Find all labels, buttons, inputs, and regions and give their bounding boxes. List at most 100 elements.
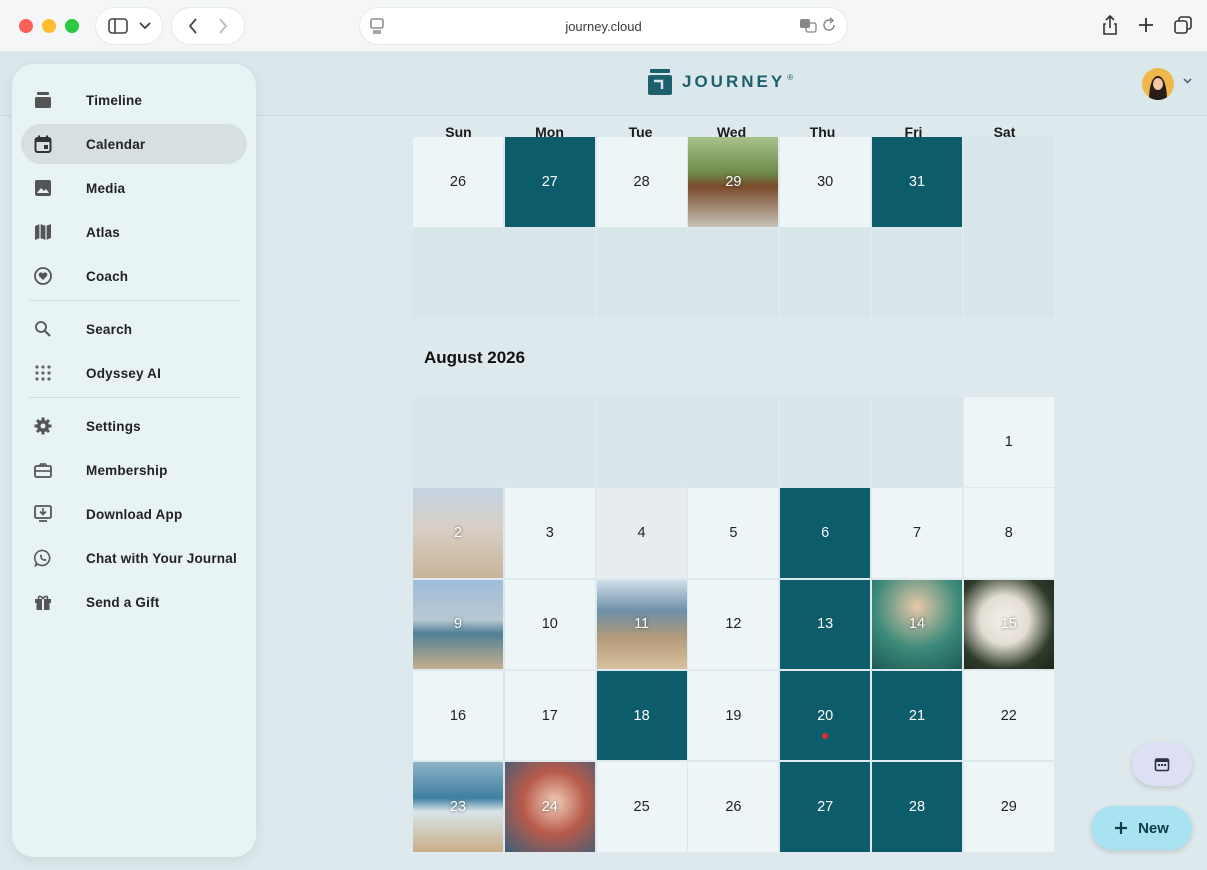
minimize-window-button[interactable]	[42, 19, 56, 33]
sidebar-item-odyssey-ai[interactable]: Odyssey AI	[21, 353, 247, 393]
day-number: 13	[817, 616, 834, 633]
day-number: 11	[634, 616, 650, 633]
calendar-day-cell[interactable]: 11	[596, 579, 687, 670]
day-number: 18	[633, 707, 650, 724]
avatar[interactable]	[1142, 68, 1174, 100]
calendar-day-cell[interactable]: 26	[413, 137, 503, 227]
calendar-day-cell[interactable]: 16	[413, 670, 503, 761]
jump-to-date-button[interactable]	[1132, 742, 1192, 786]
calendar-day-cell[interactable]: 1	[963, 397, 1054, 487]
tab-overview-icon[interactable]	[1173, 14, 1193, 36]
browser-actions	[1101, 14, 1193, 36]
page-menu-icon[interactable]	[370, 18, 384, 34]
weekday-label: Thu	[809, 124, 836, 140]
day-number: 26	[449, 173, 467, 190]
back-arrow-icon[interactable]	[188, 18, 198, 34]
sidebar-item-timeline[interactable]: Timeline	[21, 80, 247, 120]
calendar-empty-cell	[504, 228, 595, 318]
sidebar-divider	[29, 397, 240, 398]
share-icon[interactable]	[1101, 14, 1119, 36]
calendar-empty-cell	[780, 228, 871, 318]
calendar-icon	[1154, 758, 1170, 772]
calendar-day-cell[interactable]: 20	[780, 670, 871, 761]
calendar-day-cell[interactable]: 27	[780, 762, 871, 852]
calendar-day-cell[interactable]: 29	[688, 137, 779, 227]
calendar-empty-cell	[688, 228, 779, 318]
calendar-day-cell[interactable]: 13	[780, 579, 871, 670]
plus-icon	[1115, 822, 1128, 834]
day-number: 16	[449, 707, 467, 724]
calendar-day-cell[interactable]: 8	[963, 488, 1054, 578]
calendar-day-cell[interactable]: 27	[504, 137, 595, 227]
calendar-day-cell[interactable]: 26	[688, 762, 779, 852]
sidebar-item-send-gift[interactable]: Send a Gift	[21, 582, 247, 622]
sidebar-item-atlas[interactable]: Atlas	[21, 212, 247, 252]
calendar-day-cell[interactable]: 14	[871, 579, 962, 670]
calendar-day-cell[interactable]: 3	[504, 488, 595, 578]
calendar-day-cell[interactable]: 31	[871, 137, 962, 227]
calendar-day-cell[interactable]: 22	[963, 670, 1054, 761]
august-month-grid: 1 2 3 4 5 6 7 8 9 10 11 12 13 14 15 16 17 18 19 20 21 22 23 24 2…	[413, 397, 1054, 852]
calendar-day-cell[interactable]: 28	[596, 137, 687, 227]
map-icon	[34, 223, 52, 241]
day-number: 30	[817, 173, 834, 190]
calendar-day-cell[interactable]: 29	[963, 762, 1054, 852]
chevron-down-icon[interactable]	[1183, 78, 1192, 84]
calendar-day-cell[interactable]: 18	[596, 670, 687, 761]
calendar-day-cell[interactable]: 15	[963, 579, 1054, 670]
history-nav	[172, 8, 244, 44]
sidebar-item-label: Media	[86, 180, 126, 196]
calendar-empty-cell	[780, 397, 871, 487]
calendar-day-cell[interactable]: 19	[688, 670, 779, 761]
calendar-day-cell[interactable]: 17	[504, 670, 595, 761]
sidebar-item-settings[interactable]: Settings	[21, 406, 247, 446]
timeline-icon	[34, 91, 52, 109]
sidebar-item-chat-with-journal[interactable]: Chat with Your Journal	[21, 538, 247, 578]
dots-grid-icon	[34, 364, 52, 382]
calendar-day-cell[interactable]: 30	[780, 137, 871, 227]
day-number: 12	[725, 616, 742, 633]
sidebar-item-label: Odyssey AI	[86, 365, 162, 381]
sidebar-item-search[interactable]: Search	[21, 309, 247, 349]
calendar-day-cell[interactable]: 21	[871, 670, 962, 761]
journey-logo[interactable]: JOURNEY ®	[648, 69, 793, 95]
sidebar-item-coach[interactable]: Coach	[21, 256, 247, 296]
new-tab-icon[interactable]	[1137, 14, 1155, 36]
day-number: 2	[453, 525, 463, 542]
heart-icon	[34, 267, 52, 285]
weekday-label: Sun	[445, 124, 472, 140]
calendar-day-cell[interactable]: 23	[413, 762, 503, 852]
whatsapp-icon	[34, 549, 52, 567]
sidebar: Timeline Calendar Media Atlas Coach Sear…	[12, 64, 256, 857]
user-avatar-icon	[1149, 76, 1167, 100]
day-number: 27	[541, 173, 558, 190]
zoom-window-button[interactable]	[65, 19, 79, 33]
address-bar[interactable]: journey.cloud	[360, 8, 847, 44]
calendar-day-cell[interactable]: 7	[871, 488, 962, 578]
new-entry-button[interactable]: New	[1091, 806, 1192, 850]
forward-arrow-icon[interactable]	[218, 18, 228, 34]
sidebar-item-calendar[interactable]: Calendar	[21, 124, 247, 164]
weekday-label: Fri	[904, 124, 923, 140]
calendar-day-cell[interactable]: 12	[688, 579, 779, 670]
calendar-day-cell[interactable]: 10	[504, 579, 595, 670]
calendar-day-cell[interactable]: 2	[413, 488, 503, 578]
sidebar-item-media[interactable]: Media	[21, 168, 247, 208]
sidebar-toggle-button[interactable]	[96, 8, 162, 44]
calendar-day-cell[interactable]: 6	[780, 488, 871, 578]
translate-icon[interactable]	[799, 17, 817, 33]
weekday-label: Sat	[993, 124, 1016, 140]
sidebar-item-label: Settings	[86, 418, 141, 434]
calendar-day-cell[interactable]: 9	[413, 579, 503, 670]
sidebar-item-download-app[interactable]: Download App	[21, 494, 247, 534]
calendar-day-cell[interactable]: 25	[596, 762, 687, 852]
brand-mark: ®	[787, 72, 794, 82]
sidebar-item-membership[interactable]: Membership	[21, 450, 247, 490]
day-number: 20	[817, 707, 834, 724]
reload-icon[interactable]	[821, 17, 837, 33]
calendar-day-cell[interactable]: 4	[596, 488, 687, 578]
calendar-day-cell[interactable]: 24	[504, 762, 595, 852]
calendar-day-cell[interactable]: 28	[871, 762, 962, 852]
close-window-button[interactable]	[19, 19, 33, 33]
calendar-day-cell[interactable]: 5	[688, 488, 779, 578]
